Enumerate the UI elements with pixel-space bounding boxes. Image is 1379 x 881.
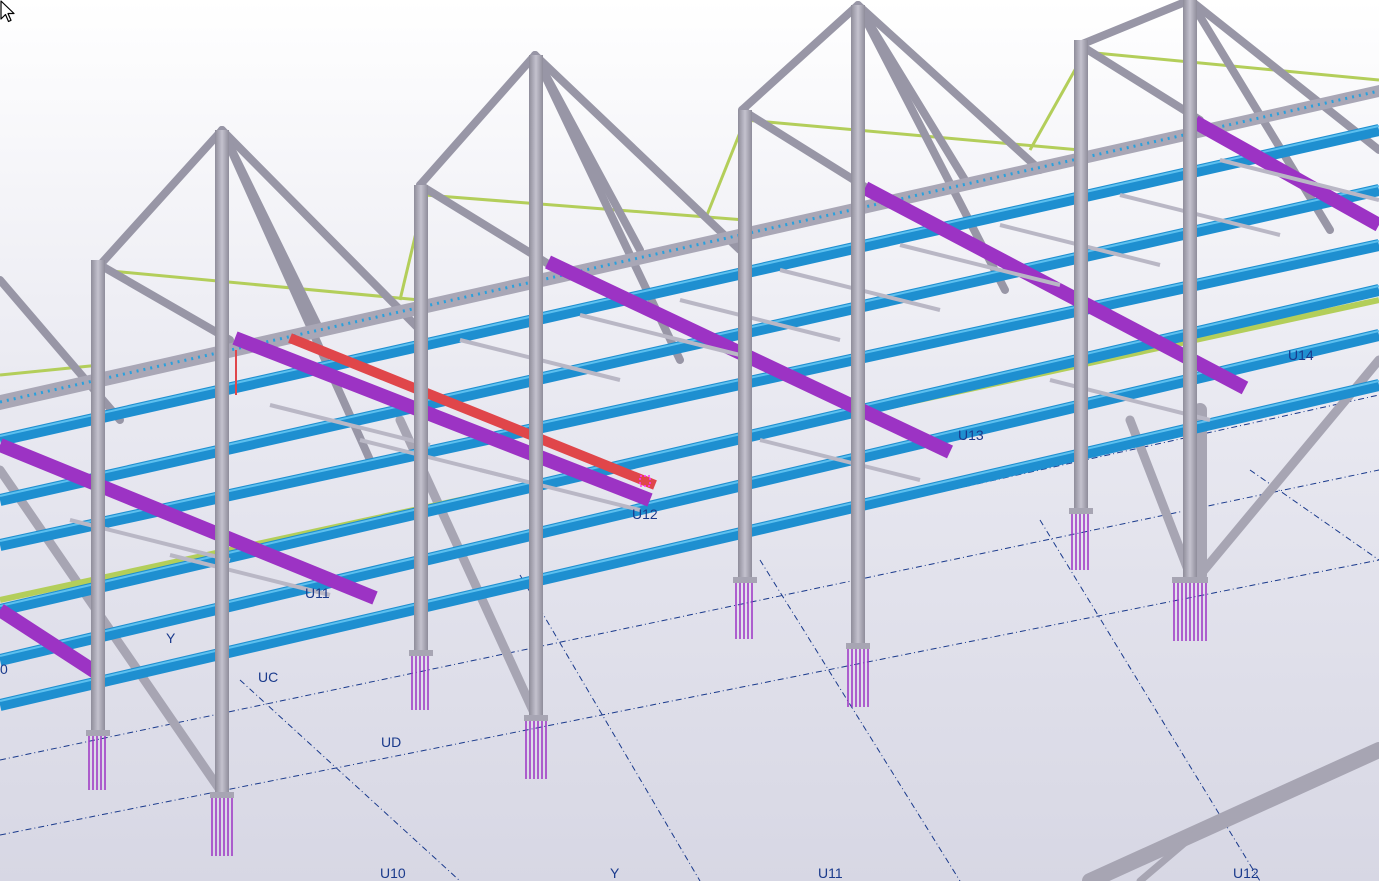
grid-label-uc: UC [258,669,278,685]
grid-label-u12-beam: U12 [632,506,658,522]
grid-label-0: 0 [0,661,8,677]
grid-label-u11-beam: U11 [305,585,330,601]
grid-label-y-mid: Y [166,630,176,646]
grid-label-y-bottom: Y [610,865,620,881]
top-rail [0,85,1379,410]
grid-label-u14: U14 [1288,347,1314,363]
structural-model[interactable]: U10 Y U11 U12 U11 U13 U14 UC UD Y U12 0 [0,0,1379,881]
grid-lines [0,394,1379,881]
arrow-pointer-icon [0,0,15,23]
grid-label-u12-bottom: U12 [1233,865,1259,881]
grid-label-u13: U13 [958,427,984,443]
grid-label-u11-bottom: U11 [818,865,843,881]
columns [91,0,1197,795]
grid-label-ud: UD [381,734,401,750]
grid-label-u10: U10 [380,865,406,881]
model-3d-viewport[interactable]: U10 Y U11 U12 U11 U13 U14 UC UD Y U12 0 [0,0,1379,881]
